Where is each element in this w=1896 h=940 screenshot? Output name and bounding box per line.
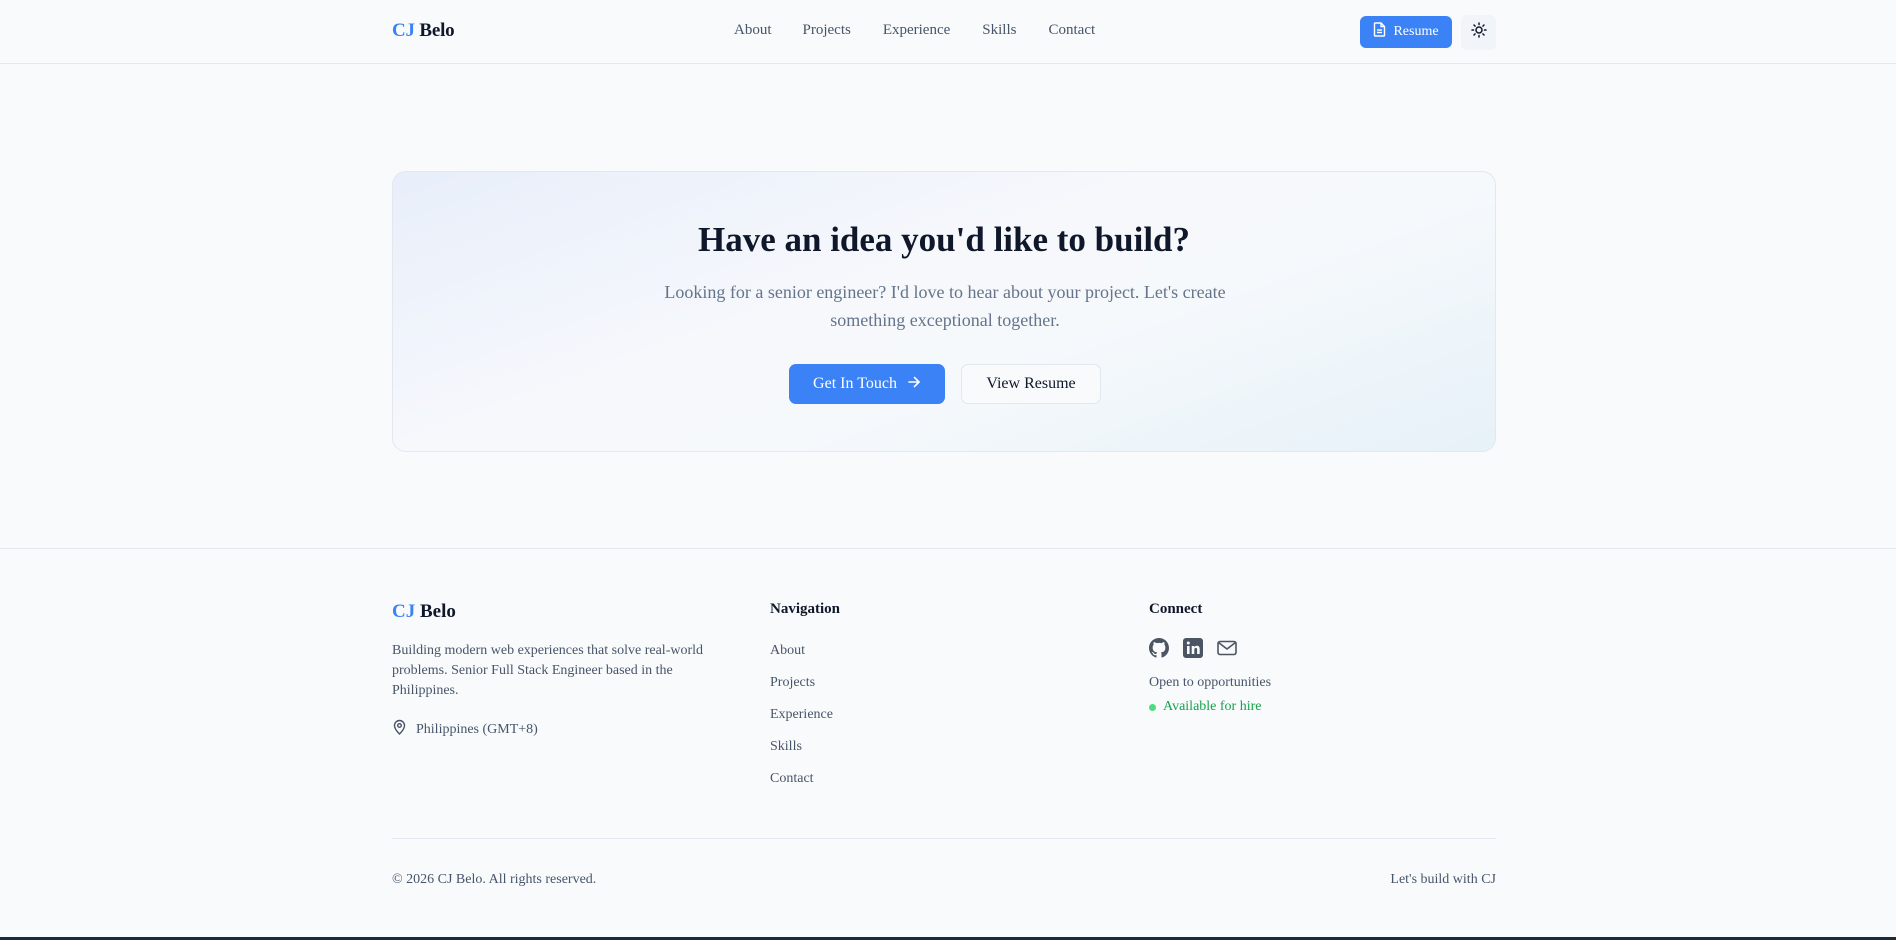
- site-header: CJ Belo About Projects Experience Skills…: [0, 0, 1896, 64]
- github-icon[interactable]: [1149, 638, 1169, 658]
- nav-experience[interactable]: Experience: [883, 22, 950, 39]
- site-footer: CJ Belo Building modern web experiences …: [0, 548, 1896, 940]
- resume-button[interactable]: Resume: [1360, 16, 1452, 48]
- nav-skills[interactable]: Skills: [982, 22, 1016, 39]
- get-in-touch-button[interactable]: Get In Touch: [789, 364, 945, 404]
- footer-logo-name: Belo: [419, 601, 456, 622]
- status-dot: [1149, 703, 1156, 711]
- view-resume-label: View Resume: [986, 375, 1076, 392]
- footer-nav-heading: Navigation: [770, 601, 841, 617]
- footer-location: Philippines (GMT+8): [392, 719, 538, 740]
- footer-divider: [392, 838, 1496, 839]
- open-to-opportunities: Open to opportunities: [1149, 675, 1272, 690]
- footer-nav-skills[interactable]: Skills: [770, 737, 833, 756]
- sun-icon: [1470, 22, 1487, 43]
- cta-subtitle: Looking for a senior engineer? I'd love …: [664, 282, 1226, 330]
- footer-connect-heading: Connect: [1149, 601, 1203, 617]
- view-resume-button[interactable]: View Resume: [961, 364, 1101, 404]
- get-in-touch-label: Get In Touch: [813, 375, 897, 392]
- resume-label: Resume: [1393, 24, 1439, 39]
- footer-nav-experience[interactable]: Experience: [770, 705, 833, 724]
- footer-nav-about[interactable]: About: [770, 641, 833, 660]
- document-icon: [1373, 22, 1386, 42]
- footer-description: Building modern web experiences that sol…: [392, 643, 704, 698]
- footer-logo-initials: CJ: [392, 601, 416, 622]
- map-pin-icon: [392, 719, 407, 740]
- availability-status: Available for hire: [1149, 699, 1261, 715]
- footer-nav-projects[interactable]: Projects: [770, 673, 833, 692]
- nav-contact[interactable]: Contact: [1048, 22, 1095, 39]
- linkedin-icon[interactable]: [1183, 638, 1203, 658]
- location-text: Philippines (GMT+8): [416, 721, 538, 737]
- logo-name: Belo: [419, 20, 455, 41]
- availability-text: Available for hire: [1163, 699, 1262, 714]
- site-logo[interactable]: CJ Belo: [392, 20, 455, 42]
- footer-logo[interactable]: CJ Belo: [392, 601, 456, 623]
- arrow-right-icon: [907, 375, 921, 394]
- cta-card: Have an idea you'd like to build? Lookin…: [392, 171, 1496, 452]
- logo-initials: CJ: [392, 20, 415, 41]
- footer-nav-contact[interactable]: Contact: [770, 769, 833, 788]
- copyright: © 2026 CJ Belo. All rights reserved.: [392, 872, 597, 887]
- nav-about[interactable]: About: [734, 22, 772, 39]
- nav-projects[interactable]: Projects: [803, 22, 851, 39]
- cta-title: Have an idea you'd like to build?: [697, 220, 1191, 259]
- social-links: [1149, 638, 1237, 658]
- footer-nav: About Projects Experience Skills Contact: [770, 641, 833, 788]
- theme-toggle-button[interactable]: [1461, 15, 1496, 50]
- footer-tagline: Let's build with CJ: [1390, 872, 1496, 887]
- main-nav: About Projects Experience Skills Contact: [734, 22, 1095, 39]
- mail-icon[interactable]: [1217, 640, 1237, 656]
